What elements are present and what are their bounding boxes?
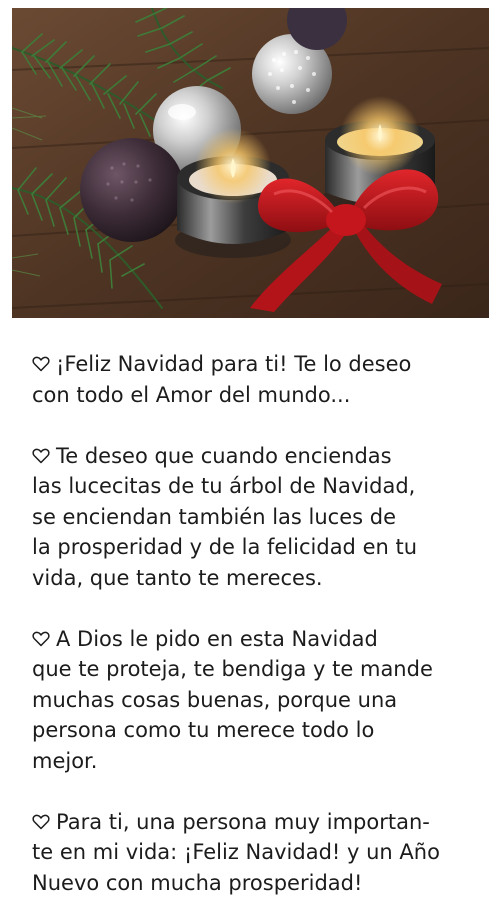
message-line: Te deseo que cuando enciendas xyxy=(32,441,482,472)
christmas-header-image xyxy=(12,8,489,318)
message-line: A Dios le pido en esta Navidad xyxy=(32,624,482,655)
message-line: persona como tu merece todo lo xyxy=(32,718,375,742)
message-line: te en mi vida: ¡Feliz Navidad! y un Año xyxy=(32,840,440,864)
heart-outline-icon xyxy=(32,356,50,372)
greeting-page: ¡Feliz Navidad para ti! Te lo deseo con … xyxy=(0,0,499,900)
message-line: la prosperidad y de la felicidad en tu xyxy=(32,535,418,559)
message-line: vida, que tanto te mereces. xyxy=(32,565,323,590)
message-text: Para ti, una persona muy importan- xyxy=(56,809,430,834)
message-line: que te proteja, te bendiga y te mande xyxy=(32,657,433,681)
message-text: ¡Feliz Navidad para ti! Te lo deseo xyxy=(56,352,412,376)
heart-outline-icon xyxy=(32,448,50,463)
message-line: muchas cosas buenas, porque una xyxy=(32,687,398,712)
message-text: Te deseo que cuando enciendas xyxy=(56,443,392,468)
christmas-scene-illustration xyxy=(12,8,489,318)
message-line: con todo el Amor del mundo... xyxy=(32,382,351,407)
message-line: mejor. xyxy=(32,748,98,773)
message-line: Nuevo con mucha prosperidad! xyxy=(32,870,363,895)
message-line: las lucecitas de tu árbol de Navidad, xyxy=(32,474,416,498)
greeting-messages: ¡Feliz Navidad para ti! Te lo deseo con … xyxy=(32,349,482,900)
heart-outline-icon xyxy=(32,631,50,646)
message-line: Para ti, una persona muy importan- xyxy=(32,807,482,838)
message-line: ¡Feliz Navidad para ti! Te lo deseo xyxy=(32,349,482,380)
message-2: Te deseo que cuando enciendas las luceci… xyxy=(32,441,482,594)
message-4: Para ti, una persona muy importan- te en… xyxy=(32,807,482,899)
message-line: se enciendan también las luces de xyxy=(32,504,396,529)
message-3: A Dios le pido en esta Navidad que te pr… xyxy=(32,624,482,777)
message-1: ¡Feliz Navidad para ti! Te lo deseo con … xyxy=(32,349,482,410)
heart-outline-icon xyxy=(32,814,50,829)
message-text: A Dios le pido en esta Navidad xyxy=(56,626,378,651)
